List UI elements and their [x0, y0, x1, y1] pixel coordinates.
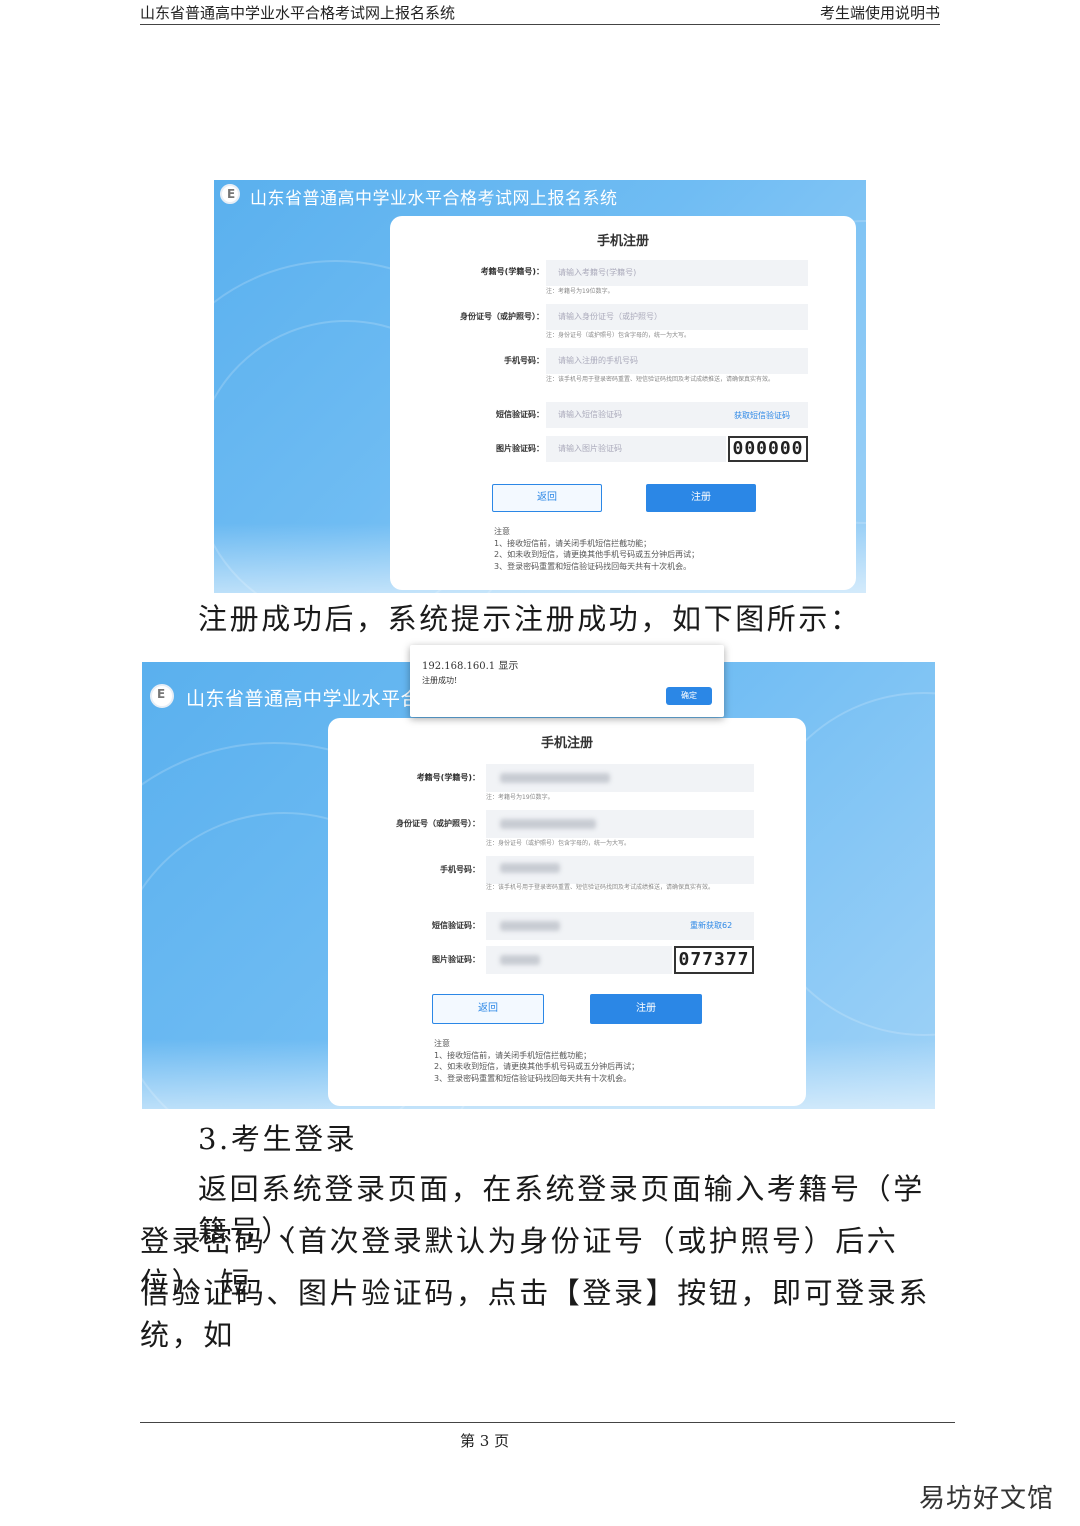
id-card-input[interactable]	[486, 810, 754, 838]
registration-card: 手机注册 考籍号(学籍号)： 请输入考籍号(学籍号) 注：考籍号为19位数字。 …	[390, 216, 856, 590]
notice-title: 注意	[434, 1039, 450, 1048]
notice-item: 3、登录密码重置和短信验证码找回每天共有十次机会。	[434, 1073, 632, 1083]
resend-sms-code-link[interactable]: 重新获取62	[690, 920, 732, 931]
dialog-origin: 192.168.160.1 显示	[422, 661, 519, 672]
notice-title: 注意	[494, 527, 510, 536]
app-title: 山东省普通高中学业水平合	[186, 688, 421, 710]
alert-dialog: 192.168.160.1 显示 注册成功! 确定	[410, 645, 724, 717]
redacted-value	[500, 773, 610, 783]
redacted-value	[500, 863, 560, 873]
field-label-id-card: 身份证号（或护照号）：	[396, 819, 480, 828]
header-system-name: 山东省普通高中学业水平合格考试网上报名系统	[140, 4, 456, 22]
image-code-input[interactable]	[486, 946, 672, 974]
notice-item: 3、登录密码重置和短信验证码找回每天共有十次机会。	[494, 561, 692, 571]
card-title: 手机注册	[596, 234, 649, 249]
system-logo-icon	[150, 684, 174, 708]
phone-input[interactable]: 请输入注册的手机号码	[546, 348, 808, 374]
footer-rule	[140, 1422, 955, 1423]
exam-id-note: 注：考籍号为19位数字。	[486, 794, 554, 801]
registration-screenshot: 山东省普通高中学业水平合格考试网上报名系统 手机注册 考籍号(学籍号)： 请输入…	[214, 180, 866, 593]
field-label-exam-id: 考籍号(学籍号)：	[416, 773, 480, 782]
registration-card: 手机注册 考籍号(学籍号)： 注：考籍号为19位数字。 身份证号（或护照号）： …	[328, 718, 806, 1106]
paragraph-line: 信验证码、图片验证码，点击【登录】按钮，即可登录系统，如	[140, 1276, 931, 1352]
phone-note: 注：该手机号用于登录密码重置、短信验证码找回及考试成绩推送，请确保真实有效。	[486, 884, 715, 891]
field-label-image-code: 图片验证码：	[496, 444, 544, 453]
back-button[interactable]: 返回	[492, 484, 602, 512]
field-label-image-code: 图片验证码：	[432, 955, 480, 964]
captcha-image[interactable]: 000000	[728, 436, 808, 462]
phone-note: 注：该手机号用于登录密码重置、短信验证码找回及考试成绩推送，请确保真实有效。	[546, 376, 775, 383]
notice-item: 2、如未收到短信，请更换其他手机号码或五分钟后再试；	[494, 550, 700, 560]
redacted-value	[500, 921, 560, 931]
back-button[interactable]: 返回	[432, 994, 544, 1024]
header-manual-name: 考生端使用说明书	[819, 4, 940, 22]
register-button[interactable]: 注册	[590, 994, 702, 1024]
system-logo-icon	[220, 184, 240, 204]
register-button[interactable]: 注册	[646, 484, 756, 512]
notice-item: 1、接收短信前，请关闭手机短信拦截功能；	[434, 1050, 592, 1060]
image-code-input[interactable]: 请输入图片验证码	[546, 436, 726, 462]
exam-id-input[interactable]	[486, 764, 754, 792]
exam-id-note: 注：考籍号为19位数字。	[546, 288, 614, 295]
id-card-note: 注：身份证号（或护照号）包含字母的，统一为大写。	[546, 332, 691, 339]
redacted-value	[500, 955, 540, 965]
phone-input[interactable]	[486, 856, 754, 884]
exam-id-input[interactable]: 请输入考籍号(学籍号)	[546, 260, 808, 286]
field-label-sms-code: 短信验证码：	[432, 921, 480, 930]
section-heading: 3.考生登录	[198, 1122, 358, 1156]
field-label-phone: 手机号码：	[504, 356, 544, 365]
registration-success-screenshot: 山东省普通高中学业水平合 手机注册 考籍号(学籍号)： 注：考籍号为19位数字。…	[142, 662, 935, 1109]
get-sms-code-link[interactable]: 获取短信验证码	[734, 410, 790, 421]
field-label-id-card: 身份证号（或护照号）：	[460, 312, 544, 321]
notice-block: 注意 1、接收短信前，请关闭手机短信拦截功能； 2、如未收到短信，请更换其他手机…	[494, 526, 699, 572]
notice-item: 1、接收短信前，请关闭手机短信拦截功能；	[494, 538, 652, 548]
caption-register-success: 注册成功后，系统提示注册成功，如下图所示：	[198, 602, 862, 636]
site-watermark: 易坊好文馆	[918, 1484, 1054, 1514]
card-title: 手机注册	[540, 736, 593, 751]
field-label-sms-code: 短信验证码：	[496, 410, 544, 419]
page-number: 第 3 页	[460, 1432, 510, 1450]
dialog-ok-button[interactable]: 确定	[666, 687, 712, 705]
notice-block: 注意 1、接收短信前，请关闭手机短信拦截功能； 2、如未收到短信，请更换其他手机…	[434, 1038, 639, 1084]
dialog-message: 注册成功!	[422, 676, 458, 685]
id-card-input[interactable]: 请输入身份证号（或护照号）	[546, 304, 808, 330]
field-label-exam-id: 考籍号(学籍号)：	[480, 267, 544, 276]
redacted-value	[500, 819, 596, 829]
id-card-note: 注：身份证号（或护照号）包含字母的，统一为大写。	[486, 840, 631, 847]
captcha-image[interactable]: 077377	[674, 946, 754, 974]
app-title: 山东省普通高中学业水平合格考试网上报名系统	[250, 189, 618, 209]
notice-item: 2、如未收到短信，请更换其他手机号码或五分钟后再试；	[434, 1062, 640, 1072]
field-label-phone: 手机号码：	[440, 865, 480, 874]
running-header: 山东省普通高中学业水平合格考试网上报名系统 考生端使用说明书	[140, 0, 940, 25]
